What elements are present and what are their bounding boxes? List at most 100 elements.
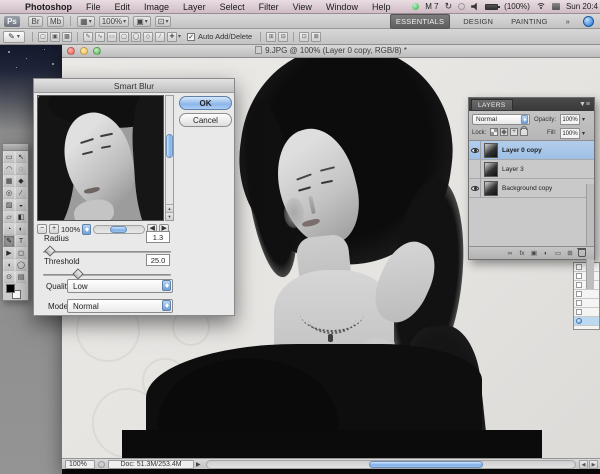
polygon-shape-icon[interactable]: ◇: [143, 32, 153, 42]
menu-help[interactable]: Help: [365, 2, 398, 12]
volume-icon[interactable]: [471, 3, 479, 11]
dodge-tool[interactable]: ◐: [15, 223, 27, 235]
layer-row-layer-0-copy[interactable]: Layer 0 copy: [469, 141, 594, 160]
shape-options-caret[interactable]: ▾: [178, 33, 181, 40]
threshold-slider-thumb[interactable]: [72, 268, 83, 279]
fill-caret[interactable]: ▾: [582, 130, 585, 137]
strip-item-active[interactable]: [574, 317, 599, 326]
menu-image[interactable]: Image: [137, 2, 176, 12]
mode-popup[interactable]: Normal: [67, 299, 173, 313]
workspace-essentials[interactable]: ESSENTIALS: [390, 14, 450, 29]
shape-tool[interactable]: ◻: [15, 247, 27, 259]
notes-tool[interactable]: ▤: [15, 271, 27, 283]
menu-photoshop[interactable]: Photoshop: [18, 2, 79, 12]
adjustment-layer-icon[interactable]: ◐: [542, 250, 550, 257]
path-exclude-icon[interactable]: ⊠: [311, 32, 321, 42]
gradient-tool[interactable]: ◧: [15, 211, 27, 223]
ghost-status-icon[interactable]: [458, 3, 465, 10]
new-layer-icon[interactable]: ⊞: [566, 249, 574, 257]
lock-pixels-icon[interactable]: [500, 128, 508, 136]
path-select-tool[interactable]: ▶: [3, 247, 15, 259]
preview-vertical-scrollbar[interactable]: ▲ ▼: [165, 95, 174, 221]
rectangle-shape-icon[interactable]: ▭: [107, 32, 117, 42]
filter-preview[interactable]: [37, 95, 164, 221]
crop-tool[interactable]: ▦: [3, 175, 15, 187]
lock-transparency-icon[interactable]: [490, 128, 498, 136]
document-title-bar[interactable]: 9.JPG @ 100% (Layer 0 copy, RGB/8) *: [62, 44, 600, 58]
path-subtract-icon[interactable]: ⊟: [278, 32, 288, 42]
rounded-rect-shape-icon[interactable]: ▢: [119, 32, 129, 42]
status-zoom-field[interactable]: 100%: [65, 460, 95, 469]
path-intersect-icon[interactable]: ⊡: [299, 32, 309, 42]
radius-slider-thumb[interactable]: [44, 245, 55, 256]
layer-thumbnail[interactable]: [484, 181, 498, 196]
eyedropper-tool[interactable]: ◆: [15, 175, 27, 187]
custom-shape-icon[interactable]: ✚: [167, 32, 177, 42]
layer-style-icon[interactable]: fx: [518, 250, 526, 257]
paths-mode-icon[interactable]: ▣: [50, 32, 60, 42]
opacity-value-field[interactable]: 100%: [560, 114, 580, 125]
view-extras-button[interactable]: ▦▾: [77, 16, 95, 27]
layer-thumbnail[interactable]: [484, 162, 498, 177]
cancel-button[interactable]: Cancel: [179, 113, 232, 127]
sync-icon[interactable]: ↻: [445, 1, 453, 12]
menu-filter[interactable]: Filter: [252, 2, 286, 12]
history-brush-tool[interactable]: ◒: [15, 199, 27, 211]
layer-row-layer-3[interactable]: Layer 3: [469, 160, 594, 179]
pen-option-icon[interactable]: ✎: [83, 32, 93, 42]
line-shape-icon[interactable]: ∕: [155, 32, 165, 42]
menu-window[interactable]: Window: [319, 2, 365, 12]
menu-file[interactable]: File: [79, 2, 108, 12]
layers-tab[interactable]: LAYERS: [471, 99, 513, 110]
menu-view[interactable]: View: [286, 2, 319, 12]
move-tool[interactable]: ↖: [15, 151, 27, 163]
tools-panel-header[interactable]: [3, 144, 28, 151]
radius-value-field[interactable]: 1.3: [146, 231, 170, 243]
lasso-tool[interactable]: ◠: [3, 163, 15, 175]
quality-popup[interactable]: Low: [67, 279, 173, 293]
ellipse-shape-icon[interactable]: ◯: [131, 32, 141, 42]
mini-bridge-button[interactable]: Mb: [47, 16, 64, 27]
zoom-in-button[interactable]: +: [49, 224, 59, 234]
delete-layer-icon[interactable]: [578, 249, 586, 257]
preview-vscroll-thumb[interactable]: [166, 134, 173, 158]
bridge-button[interactable]: Br: [28, 16, 43, 27]
workspace-overflow[interactable]: »: [561, 15, 575, 28]
menu-edit[interactable]: Edit: [108, 2, 138, 12]
strip-item[interactable]: [574, 308, 599, 317]
scroll-left-button[interactable]: ◀: [579, 460, 588, 469]
strip-item[interactable]: [574, 299, 599, 308]
flag-menu-icon[interactable]: [552, 3, 560, 10]
scroll-right-button[interactable]: ▶: [589, 460, 598, 469]
type-tool[interactable]: T: [15, 235, 27, 247]
input-menu-label[interactable]: M 7: [425, 2, 438, 11]
hand-tool[interactable]: ◖: [3, 259, 15, 271]
foreground-color-swatch[interactable]: [6, 284, 15, 293]
status-green-icon[interactable]: [412, 3, 419, 10]
fill-pixels-mode-icon[interactable]: ▩: [62, 32, 72, 42]
visibility-toggle[interactable]: [469, 160, 481, 178]
current-tool-icon[interactable]: ✎▾: [3, 31, 25, 43]
clone-stamp-tool[interactable]: ▨: [3, 199, 15, 211]
threshold-slider[interactable]: [43, 274, 171, 276]
dialog-title[interactable]: Smart Blur: [34, 79, 234, 93]
rotate-view-tool[interactable]: ◯: [15, 259, 27, 271]
threshold-value-field[interactable]: 25.0: [146, 254, 170, 266]
visibility-toggle[interactable]: [469, 141, 481, 159]
preview-hscroll-thumb[interactable]: [110, 226, 127, 233]
menu-layer[interactable]: Layer: [176, 2, 213, 12]
healing-brush-tool[interactable]: ◎: [3, 187, 15, 199]
fill-value-field[interactable]: 100%: [560, 128, 580, 139]
layer-mask-icon[interactable]: ▣: [530, 249, 538, 257]
battery-icon[interactable]: [485, 4, 498, 10]
lock-all-icon[interactable]: [520, 128, 528, 136]
preview-scroll-up-button[interactable]: ▲: [166, 204, 173, 212]
zoom-level-dropdown[interactable]: 100%▾: [99, 16, 129, 27]
screen-mode-button[interactable]: ⊡▾: [155, 16, 172, 27]
layers-scrollbar[interactable]: [586, 184, 594, 289]
status-arrow-icon[interactable]: ▶: [194, 461, 203, 468]
zoom-stepper[interactable]: [82, 224, 91, 235]
link-layers-icon[interactable]: ∞: [506, 250, 514, 257]
path-add-icon[interactable]: ⊞: [266, 32, 276, 42]
horizontal-scrollbar-thumb[interactable]: [369, 461, 483, 468]
